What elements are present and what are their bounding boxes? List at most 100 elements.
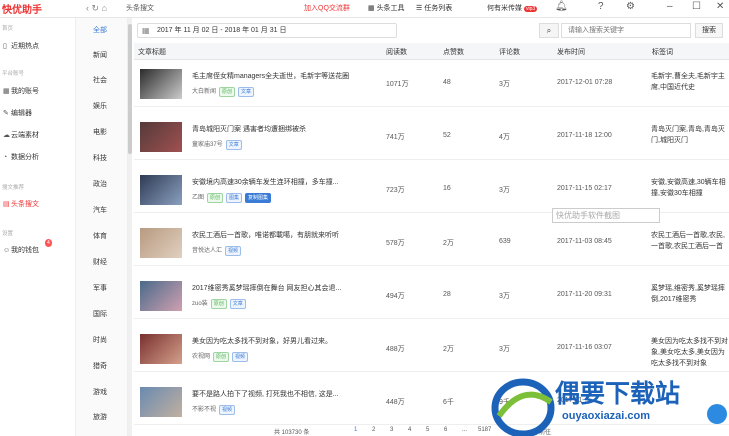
category-item[interactable]: 财经 <box>93 257 107 267</box>
source-name: 乙图 <box>192 195 205 201</box>
document-icon: ▤ <box>3 201 10 208</box>
nav-buttons[interactable]: ‹ ↻ ⌂ <box>86 3 107 14</box>
thumbnail[interactable] <box>140 334 182 364</box>
article-title[interactable]: 安徽境内高速30余辆车发生连环相撞，多车撞... <box>192 177 339 187</box>
cell-time: 2017-12-01 07:28 <box>557 79 613 86</box>
header-title[interactable]: 文章标题 <box>138 47 166 57</box>
thumbnail[interactable] <box>140 69 182 99</box>
category-item[interactable]: 体育 <box>93 231 107 241</box>
thumbnail[interactable] <box>140 122 182 152</box>
calendar-icon: ▦ <box>142 26 150 35</box>
category-item[interactable]: 新闻 <box>93 50 107 60</box>
category-item[interactable]: 汽车 <box>93 205 107 215</box>
cell-likes: 28 <box>443 291 451 298</box>
help-icon[interactable]: ? <box>598 1 604 12</box>
article-title[interactable]: 美女因为吃太多找不到对象，好男儿看过来。 <box>192 336 332 346</box>
thumbnail[interactable] <box>140 175 182 205</box>
chart-icon: ◔ <box>3 154 8 161</box>
date-range-picker[interactable]: ▦ 2017 年 11 月 02 日 - 2018 年 01 月 31 日 <box>137 23 397 38</box>
toolbar-account[interactable]: 何有米传媒 vip3 <box>487 3 538 13</box>
source-name: 童家庙37号 <box>192 142 223 148</box>
header-keywords[interactable]: 标签词 <box>652 47 673 57</box>
tag-badge[interactable]: 复制图集 <box>245 193 272 203</box>
search-button[interactable]: 搜索 <box>695 23 723 38</box>
article-title[interactable]: 毛主席侄女精managers全夫逝世，毛新宇等送花圈 <box>192 71 349 81</box>
article-title[interactable]: 青岛城阳灭门案 遇害者均遭捆绑被杀 <box>192 124 306 134</box>
category-item[interactable]: 科技 <box>93 153 107 163</box>
category-item[interactable]: 娱乐 <box>93 101 107 111</box>
article-source: 不影不视 视频 <box>192 404 236 415</box>
gear-icon[interactable]: ⚙ <box>626 1 635 12</box>
grid-icon: ▦ <box>3 88 10 95</box>
sidebar-item-toutiao[interactable]: ▤头条搜文 <box>3 198 73 211</box>
article-source: 乙图 原创 图集 复制图集 <box>192 192 272 203</box>
pager-page[interactable]: 4 <box>408 427 411 433</box>
header-time[interactable]: 发布时间 <box>557 47 585 57</box>
minimize-icon[interactable]: – <box>667 1 673 12</box>
cell-comments: 3万 <box>499 346 510 353</box>
cell-comments: 3万 <box>499 293 510 300</box>
scrollbar-thumb[interactable] <box>128 24 132 154</box>
maximize-icon[interactable]: ☐ <box>692 1 701 12</box>
thumbnail[interactable] <box>140 228 182 258</box>
pager-page[interactable]: 3 <box>390 427 393 433</box>
header-reads[interactable]: 阅读数 <box>386 47 407 57</box>
pager-page[interactable]: 1 <box>354 427 357 433</box>
cell-reads: 494万 <box>386 293 405 300</box>
cell-comments: 4万 <box>499 134 510 141</box>
article-title[interactable]: 要不是路人拍下了视频, 打死我也不相信, 这是... <box>192 389 339 399</box>
tag-badge: 原创 <box>213 352 230 362</box>
qq-group-link[interactable]: 加入QQ交流群 <box>304 3 350 13</box>
table-row[interactable]: 美女因为吃太多找不到对象，好男儿看过来。 农视网 原创 视频 488万 2万 3万 2017-… <box>134 326 729 372</box>
tag-badge: 文章 <box>238 87 255 97</box>
pager-page[interactable]: 6 <box>444 427 447 433</box>
article-title[interactable]: 农民工酒后一首歌，唯诺都載噶，有朋就来听听 <box>192 230 339 240</box>
sidebar-item-cloud[interactable]: ☁云端素材 <box>3 129 73 142</box>
sidebar-item-analytics[interactable]: ◔ 数据分析 <box>3 151 73 164</box>
sidebar-item-editor[interactable]: ✎ 编辑器 <box>3 107 73 120</box>
table-row[interactable]: 青岛城阳灭门案 遇害者均遭捆绑被杀 童家庙37号 文章 741万 52 4万 2017-11… <box>134 114 729 160</box>
toolbar-tools[interactable]: ▦ 头条工具 <box>368 3 405 13</box>
pager-page[interactable]: 5 <box>426 427 429 433</box>
table-header: 文章标题 阅读数 点赞数 评论数 发布时间 标签词 <box>134 43 729 60</box>
category-item[interactable]: 全部 <box>93 25 107 35</box>
category-item[interactable]: 政治 <box>93 179 107 189</box>
source-name: 不影不视 <box>192 407 217 413</box>
sidebar-item-wallet[interactable]: ☺我的钱包 4 <box>3 239 73 257</box>
table-row[interactable]: 农民工酒后一首歌，唯诺都載噶，有朋就来听听 音悦达人汇 视频 578万 2万 639 201… <box>134 220 729 266</box>
search-icon[interactable]: ⌕ <box>539 23 559 38</box>
bell-icon[interactable]: 🔔︎ <box>555 1 568 12</box>
article-title[interactable]: 2017维密秀奚梦瑶摔倒在舞台 网友担心其会退... <box>192 283 341 293</box>
thumbnail[interactable] <box>140 387 182 417</box>
cell-likes: 16 <box>443 185 451 192</box>
tag-badge: 视频 <box>219 405 236 415</box>
cell-reads: 578万 <box>386 240 405 247</box>
table-row[interactable]: 2017维密秀奚梦瑶摔倒在舞台 网友担心其会退... zuo装 原创 文章 494万 28… <box>134 273 729 319</box>
search-input[interactable] <box>561 23 691 38</box>
tag-badge: 文章 <box>225 140 242 150</box>
close-icon[interactable]: ✕ <box>716 1 724 12</box>
category-item[interactable]: 旅游 <box>93 412 107 422</box>
cell-comments: 3万 <box>499 81 510 88</box>
source-name: 音悦达人汇 <box>192 248 223 254</box>
sidebar-item-recent[interactable]: ▯ 近期热点 <box>3 40 73 53</box>
category-item[interactable]: 电影 <box>93 127 107 137</box>
category-item[interactable]: 军事 <box>93 283 107 293</box>
cell-time: 2017-11-20 09:31 <box>557 291 612 298</box>
category-item[interactable]: 社会 <box>93 75 107 85</box>
category-item[interactable]: 国际 <box>93 309 107 319</box>
category-item[interactable]: 游戏 <box>93 387 107 397</box>
cell-keywords: 毛新宇,曹全夫,毛新宇主席,中国近代史 <box>651 73 725 91</box>
category-item[interactable]: 时尚 <box>93 335 107 345</box>
thumbnail[interactable] <box>140 281 182 311</box>
table-row[interactable]: 毛主席侄女精managers全夫逝世，毛新宇等送花圈 大白新闻 原创 文章 1071万 4… <box>134 61 729 107</box>
header-likes[interactable]: 点赞数 <box>443 47 464 57</box>
sidebar-item-accounts[interactable]: ▦我的账号 <box>3 85 73 98</box>
toolbar-tasks[interactable]: ☰ 任务列表 <box>416 3 452 13</box>
category-item[interactable]: 猎奇 <box>93 361 107 371</box>
pager-page[interactable]: 2 <box>372 427 375 433</box>
header-comments[interactable]: 评论数 <box>499 47 520 57</box>
cell-time: 2017-11-16 03:07 <box>557 344 612 351</box>
table-row[interactable]: 安徽境内高速30余辆车发生连环相撞，多车撞... 乙图 原创 图集 复制图集 723万 16… <box>134 167 729 213</box>
cell-time: 2017-11-15 02:17 <box>557 185 612 192</box>
